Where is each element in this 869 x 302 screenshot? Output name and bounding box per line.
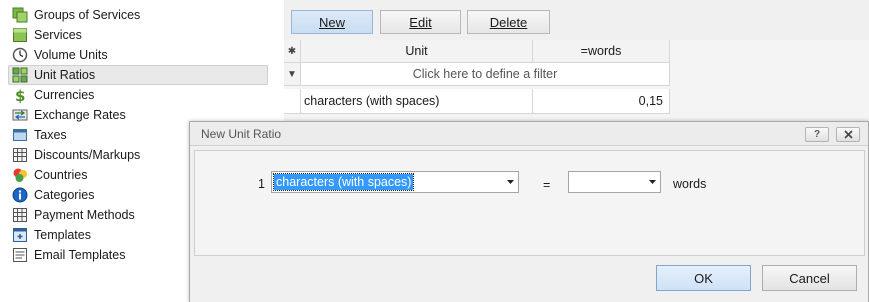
discounts-markups-icon: [13, 148, 27, 162]
exchange-rates-icon: [12, 109, 28, 121]
sidebar-item-label: Discounts/Markups: [34, 148, 141, 162]
cancel-button[interactable]: Cancel: [762, 265, 857, 291]
cancel-button-label: Cancel: [789, 270, 830, 286]
sidebar-item-volume-units[interactable]: Volume Units: [8, 45, 268, 65]
sidebar-item-label: Countries: [34, 168, 88, 182]
delete-button-label: Delete: [489, 14, 528, 30]
help-button[interactable]: ?: [805, 127, 829, 142]
edit-button[interactable]: Edit: [380, 10, 461, 34]
sidebar-item-label: Email Templates: [34, 248, 126, 262]
volume-units-icon: [12, 47, 28, 63]
new-button[interactable]: New: [291, 10, 373, 34]
countries-icon: [13, 168, 27, 182]
delete-button[interactable]: Delete: [467, 10, 550, 34]
templates-icon: [13, 228, 27, 242]
table-cell-unit[interactable]: characters (with spaces): [301, 89, 533, 114]
sidebar-item-label: Taxes: [34, 128, 67, 142]
dialog-title: New Unit Ratio: [201, 127, 282, 141]
sidebar-item-label: Payment Methods: [34, 208, 135, 222]
sidebar-item-label: Groups of Services: [34, 8, 141, 22]
row-indicator: [284, 89, 301, 114]
target-unit-select[interactable]: [568, 171, 661, 193]
services-icon: [13, 28, 27, 42]
close-icon: [843, 130, 853, 139]
source-unit-select[interactable]: characters (with spaces): [271, 171, 519, 193]
sidebar-item-label: Unit Ratios: [34, 68, 96, 82]
chevron-down-icon[interactable]: [644, 172, 660, 192]
equals-sign: =: [543, 178, 551, 192]
new-unit-ratio-dialog: New Unit Ratio ? 1 characters (with spac…: [189, 121, 869, 302]
column-header-words[interactable]: =words: [533, 40, 670, 63]
sidebar-item-label: Templates: [34, 228, 91, 242]
edit-button-label: Edit: [409, 14, 432, 30]
sidebar-item-label: Services: [34, 28, 82, 42]
sidebar-item-currencies[interactable]: $ Currencies: [8, 85, 268, 105]
chevron-down-icon[interactable]: [502, 172, 518, 192]
help-icon: ?: [813, 129, 821, 140]
svg-text:$: $: [15, 87, 25, 103]
ratio-row-number: 1: [258, 177, 265, 191]
sidebar-item-unit-ratios[interactable]: Unit Ratios: [8, 65, 268, 85]
column-header-unit[interactable]: Unit: [301, 40, 533, 63]
email-templates-icon: [13, 248, 27, 262]
payment-methods-icon: [13, 208, 27, 222]
filter-row[interactable]: Click here to define a filter: [301, 63, 670, 86]
currencies-icon: $: [15, 87, 25, 103]
dialog-footer: OK Cancel: [190, 258, 868, 302]
sidebar-item-services[interactable]: Services: [8, 25, 268, 45]
sidebar-item-label: Exchange Rates: [34, 108, 126, 122]
sidebar-item-label: Volume Units: [34, 48, 108, 62]
close-button[interactable]: [836, 127, 860, 142]
new-button-label: New: [318, 14, 345, 30]
target-unit-suffix: words: [673, 177, 707, 191]
filter-row-icon: ▼: [284, 63, 301, 86]
taxes-icon: [13, 129, 27, 141]
sidebar-item-label: Currencies: [34, 88, 95, 102]
unit-ratios-icon: [12, 67, 28, 83]
ok-button-label: OK: [694, 270, 713, 286]
categories-icon: [12, 187, 28, 203]
dialog-title-bar: New Unit Ratio ?: [190, 122, 868, 146]
ok-button[interactable]: OK: [656, 265, 751, 291]
source-unit-value: characters (with spaces): [272, 173, 415, 191]
groups-of-services-icon: [12, 7, 28, 23]
dialog-content: 1 characters (with spaces) = words: [194, 150, 865, 256]
toolbar: New Edit Delete: [284, 0, 869, 40]
sidebar-item-groups-of-services[interactable]: Groups of Services: [8, 5, 268, 25]
grid-header-indicator: ✱: [284, 40, 301, 63]
sidebar-item-label: Categories: [34, 188, 95, 202]
table-cell-ratio[interactable]: 0,15: [533, 89, 670, 114]
